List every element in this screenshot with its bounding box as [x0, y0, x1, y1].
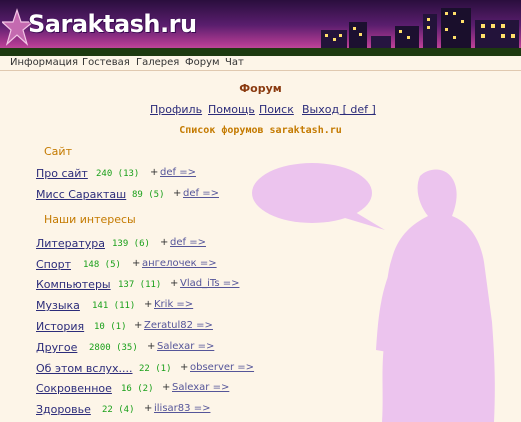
new-marker: + — [173, 188, 182, 199]
post-count: 22 (1) — [139, 364, 172, 374]
last-post-link[interactable]: def => — [170, 237, 206, 248]
post-count: 16 (2) — [121, 384, 154, 394]
post-count: 2800 (35) — [89, 343, 138, 353]
last-post-link[interactable]: observer => — [190, 362, 254, 373]
forum-link[interactable]: Компьютеры — [36, 278, 111, 291]
last-post-link[interactable]: ангелочек => — [142, 258, 217, 269]
category-site: Сайт — [44, 145, 72, 158]
post-count: 141 (11) — [92, 301, 136, 311]
last-post-link[interactable]: Vlad_iTs => — [180, 278, 239, 289]
new-marker: + — [162, 382, 171, 393]
last-post-link[interactable]: def => — [183, 188, 219, 199]
forum-link[interactable]: Мисс Саракташ — [36, 188, 126, 201]
logout-link[interactable]: Выход [ def ] — [302, 103, 376, 116]
search-link[interactable]: Поиск — [259, 103, 294, 116]
post-count: 139 (6) — [112, 239, 150, 249]
new-marker: + — [180, 362, 189, 373]
last-post-link[interactable]: Zeratul82 => — [144, 320, 213, 331]
new-marker: + — [132, 258, 141, 269]
forum-list-title: Список форумов saraktash.ru — [179, 125, 342, 136]
new-marker: + — [147, 341, 156, 352]
page-title: Форум — [239, 82, 282, 95]
post-count: 148 (5) — [83, 260, 121, 270]
forum-link[interactable]: Про сайт — [36, 167, 88, 180]
profile-link[interactable]: Профиль — [150, 103, 202, 116]
last-post-link[interactable]: def => — [160, 167, 196, 178]
forum-link[interactable]: Здоровье — [36, 403, 91, 416]
new-marker: + — [150, 167, 159, 178]
new-marker: + — [160, 237, 169, 248]
forum-link[interactable]: Музыка — [36, 299, 80, 312]
forum-link[interactable]: Об этом вслух.... — [36, 362, 132, 375]
post-count: 240 (13) — [96, 169, 140, 179]
post-count: 89 (5) — [132, 190, 165, 200]
new-marker: + — [144, 299, 153, 310]
forum-link[interactable]: Другое — [36, 341, 77, 354]
category-interests: Наши интересы — [44, 213, 136, 226]
forum-link[interactable]: Сокровенное — [36, 382, 112, 395]
forum-link[interactable]: Литература — [36, 237, 105, 250]
last-post-link[interactable]: ilisar83 => — [154, 403, 210, 414]
forum-link[interactable]: История — [36, 320, 84, 333]
post-count: 137 (11) — [118, 280, 162, 290]
woman-silhouette-graphic — [252, 163, 495, 422]
last-post-link[interactable]: Krik => — [154, 299, 193, 310]
forum-link[interactable]: Спорт — [36, 258, 71, 271]
new-marker: + — [134, 320, 143, 331]
new-marker: + — [144, 403, 153, 414]
new-marker: + — [170, 278, 179, 289]
last-post-link[interactable]: Salexar => — [157, 341, 214, 352]
help-link[interactable]: Помощь — [208, 103, 255, 116]
last-post-link[interactable]: Salexar => — [172, 382, 229, 393]
post-count: 10 (1) — [94, 322, 127, 332]
post-count: 22 (4) — [102, 405, 135, 415]
